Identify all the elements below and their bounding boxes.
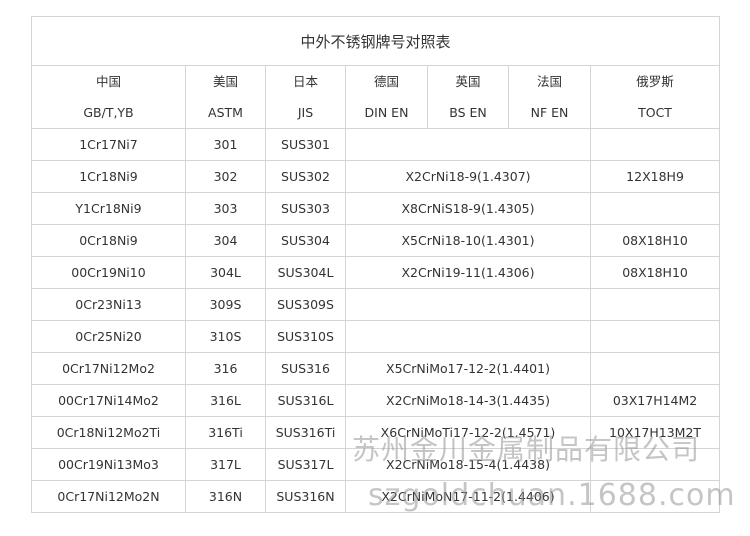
header-country: 美国 — [212, 74, 238, 89]
cell-japan-grade: SUS304 — [265, 224, 346, 257]
cell-japan-grade: SUS302 — [265, 160, 346, 193]
table-row: 0Cr17Ni12Mo2N 316N SUS316N X2CrNiMoN17-11-2… — [31, 480, 721, 513]
cell-usa-grade: 303 — [185, 192, 266, 225]
header-cell-france: 法国 NF EN — [508, 65, 591, 129]
table-title: 中外不锈钢牌号对照表 — [30, 16, 721, 66]
cell-japan-grade: SUS317L — [265, 448, 346, 481]
header-country: 俄罗斯 — [636, 74, 674, 89]
cell-usa-grade: 309S — [185, 288, 266, 321]
header-country: 日本 — [292, 74, 318, 89]
cell-eu-grade: X5CrNiMo17-12-2(1.4401) — [345, 352, 591, 385]
table-row: Y1Cr18Ni9 303 SUS303 X8CrNiS18-9(1.4305) — [31, 192, 721, 225]
title-row: 中外不锈钢牌号对照表 — [30, 16, 721, 66]
table-row: 00Cr17Ni14Mo2 316L SUS316L X2CrNiMo18-14-3(… — [31, 384, 721, 417]
cell-russia-grade — [589, 448, 721, 481]
header-standard: ASTM — [208, 105, 243, 120]
table-row: 1Cr18Ni9 302 SUS302 X2CrNi18-9(1.4307) 12X18… — [31, 160, 721, 193]
cell-china-grade: 00Cr17Ni14Mo2 — [31, 384, 186, 417]
cell-eu-grade: X5CrNi18-10(1.4301) — [345, 224, 591, 257]
cell-russia-grade — [589, 128, 721, 161]
header-standard: TOCT — [638, 105, 672, 120]
cell-eu-grade: X2CrNiMoN17-11-2(1.4406) — [345, 480, 591, 513]
cell-russia-grade: 03X17H14M2 — [589, 384, 721, 417]
header-standard: GB/T,YB — [83, 105, 134, 120]
cell-japan-grade: SUS301 — [265, 128, 346, 161]
cell-russia-grade — [589, 320, 721, 353]
header-cell-china: 中国 GB/T,YB — [31, 65, 186, 129]
cell-usa-grade: 316L — [185, 384, 266, 417]
table-row: 0Cr18Ni12Mo2Ti 316Ti SUS316Ti X6CrNiMoTi17-… — [31, 416, 721, 449]
cell-usa-grade: 317L — [185, 448, 266, 481]
cell-eu-grade — [345, 288, 591, 321]
cell-usa-grade: 302 — [185, 160, 266, 193]
cell-usa-grade: 310S — [185, 320, 266, 353]
cell-eu-grade: X2CrNi18-9(1.4307) — [345, 160, 591, 193]
cell-usa-grade: 304L — [185, 256, 266, 289]
cell-japan-grade: SUS316 — [265, 352, 346, 385]
cell-russia-grade — [589, 288, 721, 321]
cell-eu-grade — [345, 320, 591, 353]
steel-grade-table: 中外不锈钢牌号对照表 中国 GB/T,YB 美国 ASTM 日本 JIS 德国 DIN … — [30, 16, 721, 513]
cell-russia-grade — [589, 480, 721, 513]
header-row: 中国 GB/T,YB 美国 ASTM 日本 JIS 德国 DIN EN 英国 BS EN … — [31, 65, 721, 129]
header-cell-uk: 英国 BS EN — [427, 65, 509, 129]
cell-china-grade: 1Cr18Ni9 — [31, 160, 186, 193]
header-standard: DIN EN — [364, 105, 409, 120]
steel-grade-table-container: 中外不锈钢牌号对照表 中国 GB/T,YB 美国 ASTM 日本 JIS 德国 DIN … — [30, 16, 721, 513]
cell-russia-grade: 08X18H10 — [589, 256, 721, 289]
cell-eu-grade: X2CrNiMo18-14-3(1.4435) — [345, 384, 591, 417]
header-cell-usa: 美国 ASTM — [185, 65, 266, 129]
header-country: 中国 — [95, 74, 121, 89]
header-cell-japan: 日本 JIS — [265, 65, 346, 129]
cell-usa-grade: 316N — [185, 480, 266, 513]
header-cell-russia: 俄罗斯 TOCT — [589, 65, 721, 129]
table-row: 1Cr17Ni7 301 SUS301 — [31, 128, 721, 161]
cell-china-grade: 00Cr19Ni10 — [31, 256, 186, 289]
table-row: 0Cr17Ni12Mo2 316 SUS316 X5CrNiMo17-12-2(1.4… — [31, 352, 721, 385]
cell-russia-grade — [589, 192, 721, 225]
cell-eu-grade — [345, 128, 591, 161]
header-standard: NF EN — [530, 105, 569, 120]
header-standard: BS EN — [449, 105, 487, 120]
cell-china-grade: 0Cr17Ni12Mo2 — [31, 352, 186, 385]
cell-eu-grade: X2CrNi19-11(1.4306) — [345, 256, 591, 289]
cell-russia-grade: 12X18H9 — [589, 160, 721, 193]
cell-usa-grade: 316 — [185, 352, 266, 385]
cell-china-grade: 0Cr18Ni12Mo2Ti — [31, 416, 186, 449]
table-row: 00Cr19Ni13Mo3 317L SUS317L X2CrNiMo18-15-4(… — [31, 448, 721, 481]
cell-japan-grade: SUS304L — [265, 256, 346, 289]
cell-russia-grade — [589, 352, 721, 385]
header-cell-germany: 德国 DIN EN — [345, 65, 428, 129]
table-row: 00Cr19Ni10 304L SUS304L X2CrNi19-11(1.4306)… — [31, 256, 721, 289]
header-country: 法国 — [536, 74, 562, 89]
header-country: 英国 — [455, 74, 481, 89]
table-row: 0Cr23Ni13 309S SUS309S — [31, 288, 721, 321]
cell-china-grade: Y1Cr18Ni9 — [31, 192, 186, 225]
cell-japan-grade: SUS310S — [265, 320, 346, 353]
table-row: 0Cr25Ni20 310S SUS310S — [31, 320, 721, 353]
cell-usa-grade: 301 — [185, 128, 266, 161]
cell-eu-grade: X6CrNiMoTi17-12-2(1.4571) — [345, 416, 591, 449]
cell-japan-grade: SUS316L — [265, 384, 346, 417]
cell-china-grade: 0Cr18Ni9 — [31, 224, 186, 257]
cell-japan-grade: SUS303 — [265, 192, 346, 225]
cell-china-grade: 00Cr19Ni13Mo3 — [31, 448, 186, 481]
header-standard: JIS — [297, 105, 314, 120]
cell-usa-grade: 304 — [185, 224, 266, 257]
cell-japan-grade: SUS309S — [265, 288, 346, 321]
cell-japan-grade: SUS316Ti — [265, 416, 346, 449]
header-country: 德国 — [373, 74, 399, 89]
cell-china-grade: 0Cr17Ni12Mo2N — [31, 480, 186, 513]
cell-japan-grade: SUS316N — [265, 480, 346, 513]
cell-china-grade: 0Cr25Ni20 — [31, 320, 186, 353]
cell-usa-grade: 316Ti — [185, 416, 266, 449]
table-row: 0Cr18Ni9 304 SUS304 X5CrNi18-10(1.4301) 08X1… — [31, 224, 721, 257]
cell-china-grade: 0Cr23Ni13 — [31, 288, 186, 321]
cell-eu-grade: X2CrNiMo18-15-4(1.4438) — [345, 448, 591, 481]
cell-russia-grade: 10X17H13M2T — [589, 416, 721, 449]
cell-russia-grade: 08X18H10 — [589, 224, 721, 257]
cell-china-grade: 1Cr17Ni7 — [31, 128, 186, 161]
cell-eu-grade: X8CrNiS18-9(1.4305) — [345, 192, 591, 225]
